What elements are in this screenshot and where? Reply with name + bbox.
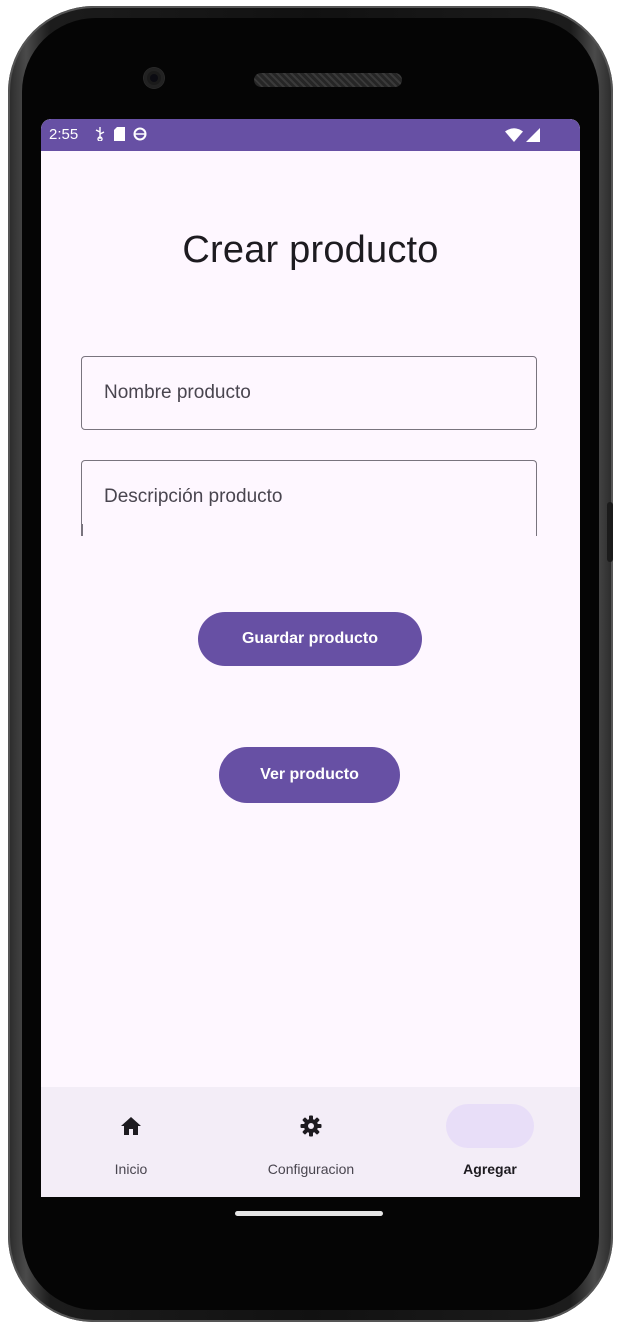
gear-icon bbox=[299, 1114, 323, 1138]
earpiece-speaker bbox=[254, 73, 402, 87]
bottom-navigation: Inicio Configuracion Agregar bbox=[41, 1087, 580, 1197]
description-field-edge-right bbox=[535, 524, 537, 536]
signal-icon bbox=[526, 127, 540, 146]
nav-label-configuracion: Configuracion bbox=[267, 1161, 355, 1177]
nav-item-configuracion[interactable]: Configuracion bbox=[221, 1087, 401, 1197]
front-camera bbox=[144, 68, 164, 88]
status-time: 2:55 bbox=[49, 126, 79, 143]
product-description-placeholder: Descripción producto bbox=[104, 486, 283, 507]
gesture-navigation-bar[interactable] bbox=[235, 1211, 383, 1216]
usb-icon bbox=[93, 127, 107, 141]
product-name-field[interactable]: Nombre producto bbox=[81, 356, 537, 430]
sync-icon bbox=[133, 127, 147, 141]
status-right-icons bbox=[505, 127, 540, 146]
nav-item-agregar[interactable]: Agregar bbox=[400, 1087, 580, 1197]
nav-label-inicio: Inicio bbox=[114, 1161, 148, 1177]
sd-card-icon bbox=[112, 127, 126, 141]
page-title: Crear producto bbox=[182, 229, 439, 271]
nav-item-inicio[interactable]: Inicio bbox=[41, 1087, 221, 1197]
app-screen: 2:55 Crear producto Nombre producto Desc… bbox=[41, 119, 580, 1197]
save-product-button[interactable]: Guardar producto bbox=[198, 612, 422, 666]
side-button bbox=[607, 502, 613, 562]
view-product-button[interactable]: Ver producto bbox=[219, 747, 400, 803]
description-field-clip bbox=[79, 525, 539, 545]
status-bar: 2:55 bbox=[41, 119, 580, 151]
description-field-edge-left bbox=[81, 524, 83, 536]
active-indicator bbox=[446, 1104, 534, 1148]
home-icon bbox=[119, 1114, 143, 1138]
wifi-icon bbox=[505, 127, 523, 146]
product-name-placeholder: Nombre producto bbox=[104, 382, 251, 403]
nav-label-agregar: Agregar bbox=[463, 1161, 517, 1177]
